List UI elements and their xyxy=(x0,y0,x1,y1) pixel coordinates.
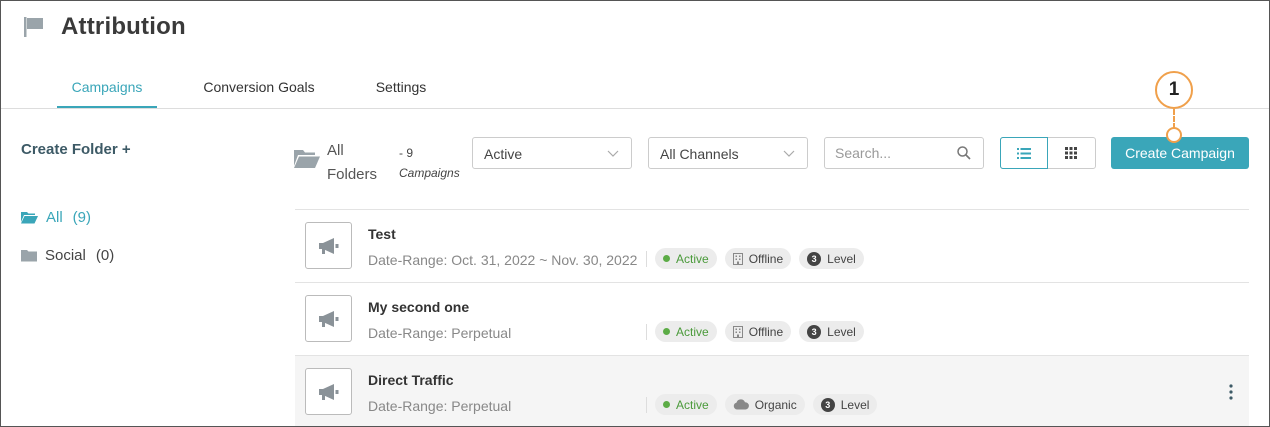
channel-select[interactable]: All Channels xyxy=(648,137,808,169)
grid-view-button[interactable] xyxy=(1048,138,1095,168)
level-number: 3 xyxy=(807,251,822,266)
app-frame: Attribution Campaigns Conversion Goals S… xyxy=(0,0,1270,427)
channel-badge-label: Organic xyxy=(754,397,797,412)
campaign-date-range: Date-Range: Perpetual xyxy=(368,398,512,414)
chevron-down-icon xyxy=(783,150,795,157)
megaphone-icon xyxy=(305,222,352,269)
megaphone-icon xyxy=(305,295,352,342)
campaign-count-label: Campaigns xyxy=(399,166,460,180)
campaign-tags: Active Organic 3 Level xyxy=(655,394,878,415)
folder-count: (9) xyxy=(72,209,92,226)
view-toggle xyxy=(1000,137,1096,169)
divider xyxy=(646,397,647,413)
campaign-row[interactable]: My second one Date-Range: Perpetual Acti… xyxy=(295,283,1249,356)
folder-label: Social xyxy=(45,247,86,264)
status-badge: Active xyxy=(655,248,717,269)
folder-count: (0) xyxy=(95,247,115,264)
chevron-down-icon xyxy=(607,150,619,157)
status-badge: Active xyxy=(655,394,717,415)
campaign-row[interactable]: Direct Traffic Date-Range: Perpetual Act… xyxy=(295,356,1249,426)
search-icon[interactable] xyxy=(957,146,971,160)
tab-bar: Campaigns Conversion Goals Settings xyxy=(1,69,1269,109)
cloud-icon xyxy=(733,399,749,410)
campaign-tags: Active Offline 3 Level xyxy=(655,248,864,269)
folder-icon xyxy=(21,250,37,262)
status-badge: Active xyxy=(655,321,717,342)
list-icon xyxy=(1016,147,1031,159)
level-number: 3 xyxy=(807,324,822,339)
folder-open-icon xyxy=(21,212,38,224)
search-input[interactable] xyxy=(825,138,943,168)
create-folder-button[interactable]: Create Folder + xyxy=(21,141,131,158)
status-dot-icon xyxy=(663,401,670,408)
tab-conversion-goals[interactable]: Conversion Goals xyxy=(197,79,321,108)
folder-label: All xyxy=(46,209,63,226)
channel-badge: Offline xyxy=(724,248,792,269)
channel-badge-label: Offline xyxy=(748,251,784,266)
status-select-value: Active xyxy=(484,146,523,162)
channel-badge: Offline xyxy=(724,321,792,342)
level-badge-label: Level xyxy=(840,397,870,412)
status-badge-label: Active xyxy=(676,397,709,412)
megaphone-icon xyxy=(305,368,352,415)
folder-item-all[interactable]: All (9) xyxy=(21,209,91,226)
campaign-name[interactable]: My second one xyxy=(368,299,469,315)
divider xyxy=(646,251,647,267)
channel-select-value: All Channels xyxy=(660,146,739,162)
callout-dot xyxy=(1166,127,1182,143)
level-badge: 3 Level xyxy=(799,321,864,342)
status-badge-label: Active xyxy=(676,324,709,339)
campaign-tags: Active Offline 3 Level xyxy=(655,321,864,342)
level-badge: 3 Level xyxy=(799,248,864,269)
level-badge-label: Level xyxy=(827,324,856,339)
search-box xyxy=(824,137,984,169)
level-number: 3 xyxy=(820,397,835,412)
status-dot-icon xyxy=(663,255,670,262)
status-badge-label: Active xyxy=(676,251,709,266)
more-options-icon[interactable] xyxy=(1229,384,1233,400)
building-icon xyxy=(732,252,743,265)
campaign-list: Test Date-Range: Oct. 31, 2022 ~ Nov. 30… xyxy=(295,209,1249,426)
folder-item-social[interactable]: Social (0) xyxy=(21,247,114,264)
create-campaign-button[interactable]: Create Campaign xyxy=(1111,137,1249,169)
current-folder-label: All Folders xyxy=(327,142,378,183)
campaign-row[interactable]: Test Date-Range: Oct. 31, 2022 ~ Nov. 30… xyxy=(295,210,1249,283)
tab-settings[interactable]: Settings xyxy=(367,79,435,108)
flag-icon xyxy=(24,17,43,37)
status-select[interactable]: Active xyxy=(472,137,632,169)
campaign-name[interactable]: Test xyxy=(368,226,396,242)
folder-open-icon xyxy=(294,150,320,168)
list-view-button[interactable] xyxy=(1000,137,1048,169)
level-badge-label: Level xyxy=(827,251,856,266)
grid-icon xyxy=(1065,147,1078,159)
campaign-count-number: - 9 xyxy=(399,146,414,160)
divider xyxy=(646,324,647,340)
campaign-count: - 9 Campaigns xyxy=(399,143,469,183)
tab-campaigns[interactable]: Campaigns xyxy=(57,79,157,108)
channel-badge: Organic xyxy=(724,394,805,415)
page-title: Attribution xyxy=(61,13,186,40)
building-icon xyxy=(732,325,743,338)
campaign-name[interactable]: Direct Traffic xyxy=(368,372,454,388)
channel-badge-label: Offline xyxy=(748,324,784,339)
campaign-date-range: Date-Range: Perpetual xyxy=(368,325,512,341)
level-badge: 3 Level xyxy=(812,394,878,415)
callout-number: 1 xyxy=(1155,71,1193,109)
campaign-date-range: Date-Range: Oct. 31, 2022 ~ Nov. 30, 202… xyxy=(368,252,638,268)
callout-line xyxy=(1173,109,1175,129)
status-dot-icon xyxy=(663,328,670,335)
